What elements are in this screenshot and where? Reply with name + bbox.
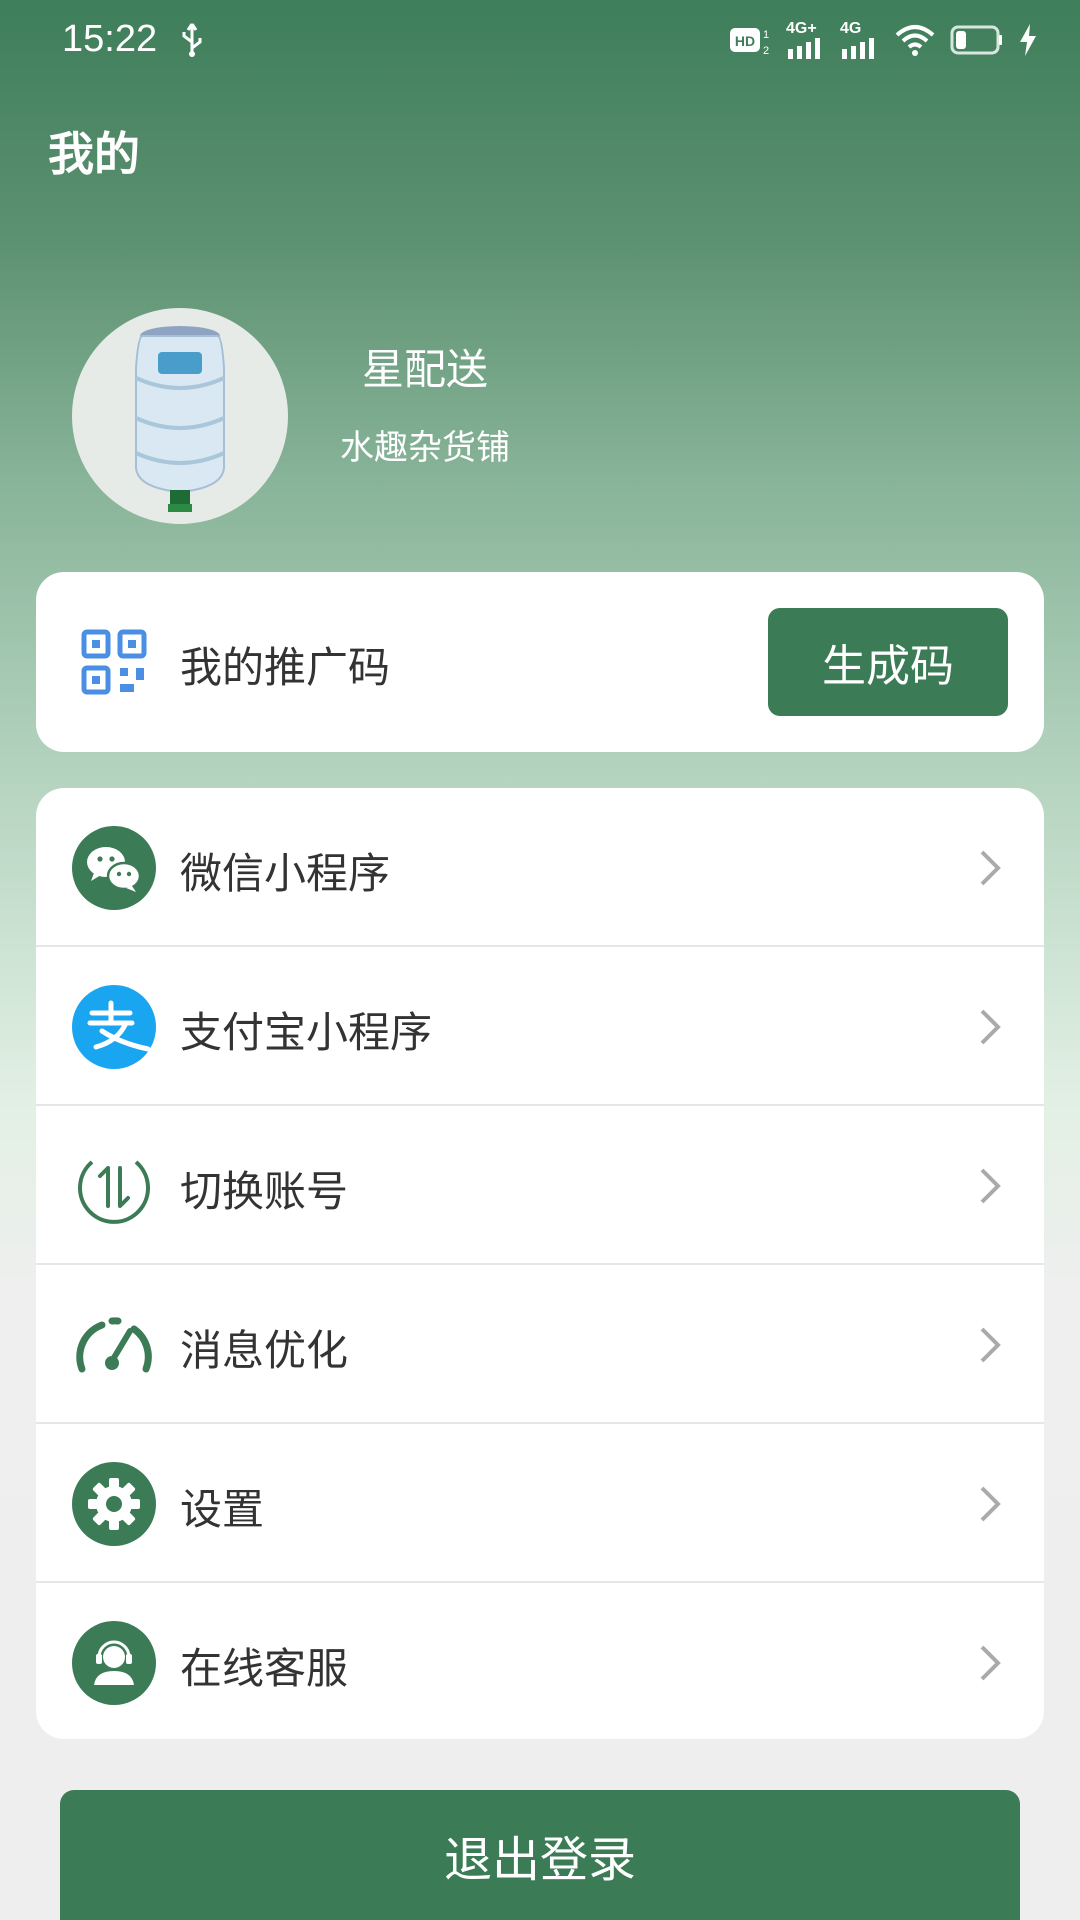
- menu-item-label: 切换账号: [180, 1167, 349, 1216]
- promo-card: 我的推广码 生成码: [36, 572, 1044, 752]
- alipay-icon: [72, 985, 156, 1069]
- signal-1: 4G+: [786, 21, 826, 59]
- svg-text:HD: HD: [735, 33, 755, 49]
- svg-text:1: 1: [763, 29, 769, 41]
- wifi-icon: [895, 25, 935, 56]
- chevron-right-icon: [980, 1009, 1001, 1045]
- logout-button[interactable]: 退出登录: [60, 1790, 1020, 1920]
- gear-icon: [72, 1462, 156, 1546]
- user-name: 星配送: [361, 345, 488, 394]
- chevron-right-icon: [980, 1168, 1001, 1204]
- status-bar: 15:22 HD 1 2 4G+ 4G: [0, 0, 1080, 80]
- chevron-right-icon: [980, 1645, 1001, 1681]
- water-bottle-image: [135, 326, 225, 512]
- menu-item-settings[interactable]: 设置: [36, 1424, 1044, 1583]
- page-title: 我的: [48, 127, 140, 181]
- status-time: 15:22: [62, 18, 158, 60]
- menu-item-wechat[interactable]: 微信小程序: [36, 788, 1044, 947]
- usb-icon: [182, 23, 202, 57]
- promo-code-label: 我的推广码: [180, 643, 391, 692]
- net-type-2: 4G: [840, 20, 862, 37]
- menu-item-label: 微信小程序: [180, 849, 391, 898]
- menu-item-label: 消息优化: [180, 1326, 349, 1375]
- menu-item-message-optimize[interactable]: 消息优化: [36, 1265, 1044, 1424]
- gauge-icon: [76, 1317, 152, 1373]
- generate-code-button[interactable]: 生成码: [768, 608, 1008, 716]
- menu-item-alipay[interactable]: 支付宝小程序: [36, 947, 1044, 1106]
- charging-icon: [1020, 24, 1036, 56]
- signal-bars-icon: [788, 38, 820, 59]
- hd-icon: HD 1 2: [730, 28, 769, 57]
- menu-list: 微信小程序 支付宝小程序 切换账号 消息优化 设置 在线客服: [36, 788, 1044, 1739]
- menu-item-label: 支付宝小程序: [180, 1008, 433, 1057]
- chevron-right-icon: [980, 850, 1001, 886]
- svg-text:2: 2: [763, 45, 769, 57]
- chevron-right-icon: [980, 1486, 1001, 1522]
- menu-item-customer-service[interactable]: 在线客服: [36, 1583, 1044, 1739]
- menu-item-label: 在线客服: [180, 1644, 349, 1693]
- wechat-icon: [72, 826, 156, 910]
- avatar[interactable]: [72, 308, 288, 524]
- signal-2: 4G: [840, 21, 880, 59]
- qr-code-icon: [81, 629, 147, 695]
- status-icons: HD 1 2 4G+ 4G: [728, 20, 1038, 60]
- shop-name: 水趣杂货铺: [340, 428, 510, 468]
- net-type-1: 4G+: [786, 20, 817, 37]
- battery-icon: [950, 25, 1002, 55]
- chevron-right-icon: [980, 1327, 1001, 1363]
- menu-item-switch-account[interactable]: 切换账号: [36, 1106, 1044, 1265]
- switch-account-icon: [78, 1160, 150, 1224]
- menu-item-label: 设置: [180, 1485, 265, 1534]
- signal-bars-icon: [842, 38, 874, 59]
- customer-service-icon: [72, 1621, 156, 1705]
